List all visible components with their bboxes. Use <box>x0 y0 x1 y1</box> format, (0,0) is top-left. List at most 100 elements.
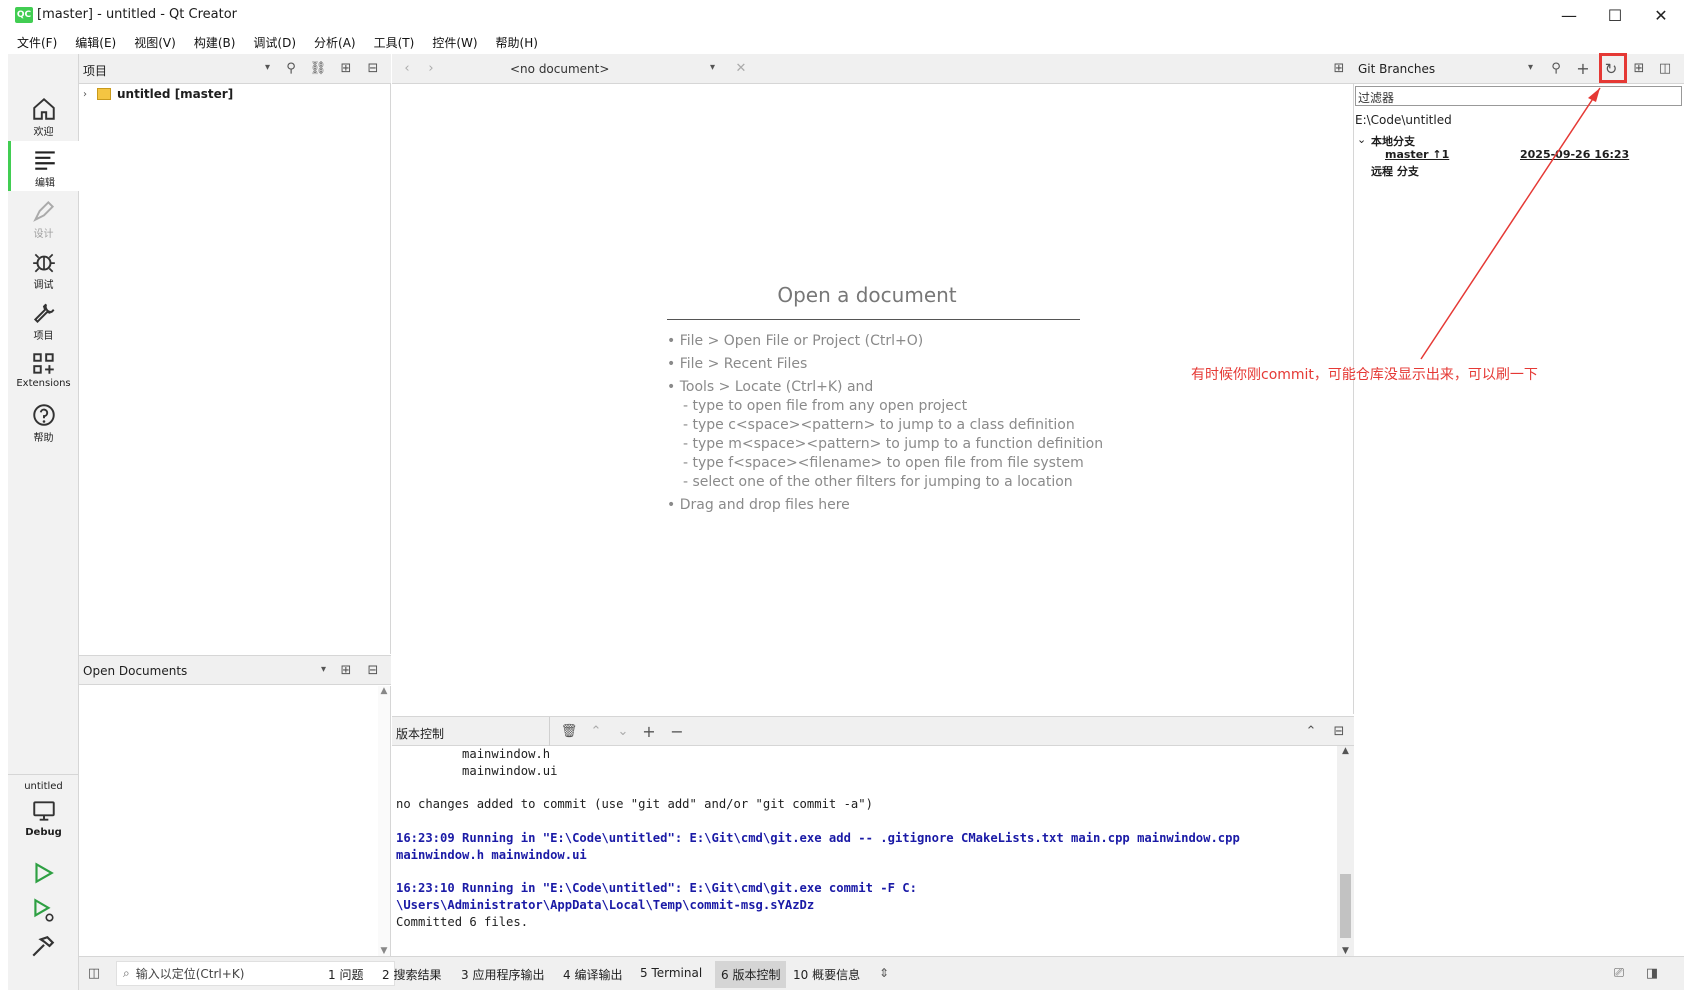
chevron-down-icon[interactable]: ▾ <box>321 664 326 675</box>
menu-debug[interactable]: 调试(D) <box>244 34 305 51</box>
hint-line: - type to open file from any open projec… <box>683 398 968 414</box>
hint-line: - type c<space><pattern> to jump to a cl… <box>683 417 1075 433</box>
mode-edit[interactable]: 编辑 <box>8 141 79 191</box>
chevron-right-icon[interactable]: › <box>83 89 97 100</box>
hint-line: - type m<space><pattern> to jump to a fu… <box>683 436 1104 452</box>
editor-area: Open a document • File > Open File or Pr… <box>392 84 1354 714</box>
forward-icon[interactable]: › <box>422 60 440 78</box>
chevron-down-icon[interactable]: ▾ <box>265 62 270 73</box>
menu-view[interactable]: 视图(V) <box>125 34 185 51</box>
toggle-sidebar-icon[interactable]: ◫ <box>85 965 103 983</box>
close-pane-icon[interactable]: ⊟ <box>364 662 382 680</box>
add-branch-icon[interactable]: + <box>1574 60 1592 78</box>
hint-list: • File > Open File or Project (Ctrl+O) •… <box>667 332 1103 515</box>
previous-icon[interactable]: ⌃ <box>587 723 605 741</box>
editor-toolbar: ‹ › <no document> ▾ ✕ ⊞ <box>392 54 1354 84</box>
more-tabs-icon[interactable]: ⇕ <box>879 966 889 980</box>
mode-design[interactable]: 设计 <box>8 192 79 242</box>
output-line: 16:23:09 Running in "E:\Code\untitled": … <box>396 830 1240 845</box>
split-icon[interactable]: ⊞ <box>1330 60 1348 78</box>
project-folder-icon <box>97 88 111 100</box>
menu-edit[interactable]: 编辑(E) <box>66 34 125 51</box>
progress-icon[interactable]: ⎚ <box>1610 965 1628 983</box>
tab-version-control[interactable]: 6 版本控制 <box>715 961 787 988</box>
close-document-icon[interactable]: ✕ <box>732 60 750 78</box>
run-button[interactable] <box>30 860 56 886</box>
maximize-button[interactable]: ☐ <box>1592 0 1638 31</box>
build-config: Debug <box>25 827 62 838</box>
open-documents-selector[interactable]: Open Documents <box>83 664 187 678</box>
tab-search-results[interactable]: 2 搜索结果 <box>382 966 441 983</box>
menu-help[interactable]: 帮助(H) <box>487 34 547 51</box>
mode-projects[interactable]: 项目 <box>8 294 79 344</box>
zoom-out-icon[interactable]: − <box>668 723 686 741</box>
hint-line: - select one of the other filters for ju… <box>683 474 1073 490</box>
filter-icon[interactable]: ⚲ <box>1547 60 1565 78</box>
version-control-toolbar: 版本控制 🗑 ⌃ ⌄ + − ⌃ ⊟ <box>392 716 1354 746</box>
git-branches-selector[interactable]: Git Branches <box>1358 62 1435 76</box>
close-pane-icon[interactable]: ◫ <box>1656 60 1674 78</box>
split-icon[interactable]: ⊞ <box>337 662 355 680</box>
hint-line: • Drag and drop files here <box>667 497 850 513</box>
edit-icon <box>35 151 55 170</box>
title-bar: QC [master] - untitled - Qt Creator — ☐ … <box>0 0 1691 31</box>
menu-file[interactable]: 文件(F) <box>8 34 66 51</box>
expand-icon[interactable]: ⌄ <box>1357 133 1366 146</box>
tree-item-label: untitled [master] <box>117 87 234 101</box>
menu-controls[interactable]: 控件(W) <box>423 34 486 51</box>
menu-tools[interactable]: 工具(T) <box>365 34 424 51</box>
output-scrollbar[interactable]: ▲ ▼ <box>1337 746 1354 956</box>
minimize-button[interactable]: — <box>1546 0 1592 31</box>
open-documents-list: ▲ ▼ <box>79 686 391 956</box>
tab-terminal[interactable]: 5 Terminal <box>640 966 702 980</box>
debug-run-button[interactable] <box>30 897 56 923</box>
output-line: no changes added to commit (use "git add… <box>396 797 873 812</box>
tab-application-output[interactable]: 3 应用程序输出 <box>461 966 544 983</box>
trash-icon[interactable]: 🗑 <box>560 723 578 741</box>
mode-help[interactable]: 帮助 <box>8 396 79 446</box>
pane-selector-label[interactable]: 项目 <box>83 62 107 79</box>
link-icon[interactable]: ⛓ <box>309 60 327 78</box>
annotation-text: 有时候你刚commit，可能仓库没显示出来，可以刷一下 <box>1191 367 1538 383</box>
close-pane-icon[interactable]: ⊟ <box>1330 723 1348 741</box>
close-button[interactable]: ✕ <box>1638 0 1684 31</box>
menu-build[interactable]: 构建(B) <box>185 34 245 51</box>
hammer-icon <box>32 936 55 957</box>
chevron-down-icon[interactable]: ▾ <box>1528 62 1533 73</box>
hint-line: • File > Open File or Project (Ctrl+O) <box>667 333 924 349</box>
split-icon[interactable]: ⊞ <box>337 60 355 78</box>
split-icon[interactable]: ⊞ <box>1630 60 1648 78</box>
document-selector[interactable]: <no document> <box>510 62 609 76</box>
maximize-pane-icon[interactable]: ⌃ <box>1302 723 1320 741</box>
tab-overview[interactable]: 10 概要信息 <box>793 966 860 983</box>
hint-line: - type f<space><filename> to open file f… <box>683 455 1084 471</box>
qt-creator-logo: QC <box>15 7 33 23</box>
toggle-right-sidebar-icon[interactable]: ◨ <box>1643 965 1661 983</box>
mode-debug[interactable]: 调试 <box>8 243 79 293</box>
tree-item-untitled[interactable]: › untitled [master] <box>83 87 233 101</box>
close-pane-icon[interactable]: ⊟ <box>364 60 382 78</box>
mode-selector: 欢迎 编辑 设计 调试 项目 Extensions 帮助 untitled De… <box>8 54 79 990</box>
mode-extensions[interactable]: Extensions <box>8 345 79 395</box>
kit-selector[interactable]: Debug <box>8 794 79 846</box>
menu-analyze[interactable]: 分析(A) <box>305 34 365 51</box>
mode-label: 编辑 <box>35 178 55 189</box>
output-line: mainwindow.h mainwindow.ui <box>396 847 587 862</box>
scroll-thumb[interactable] <box>1340 874 1351 938</box>
toolbar-divider <box>549 717 550 746</box>
back-icon[interactable]: ‹ <box>398 60 416 78</box>
chevron-down-icon[interactable]: ▾ <box>710 62 715 73</box>
mode-label: Extensions <box>16 378 71 389</box>
next-icon[interactable]: ⌄ <box>614 723 632 741</box>
scrollbar[interactable]: ▲ ▼ <box>378 686 390 956</box>
filter-icon[interactable]: ⚲ <box>282 60 300 78</box>
help-icon <box>32 404 55 426</box>
hint-line: • File > Recent Files <box>667 356 808 372</box>
tab-issues[interactable]: 1 问题 <box>328 966 363 983</box>
zoom-in-icon[interactable]: + <box>640 723 658 741</box>
tab-compile-output[interactable]: 4 编译输出 <box>563 966 622 983</box>
window-title: [master] - untitled - Qt Creator <box>37 7 238 22</box>
project-tree: › untitled [master] <box>79 84 391 654</box>
build-button[interactable] <box>30 934 56 960</box>
mode-welcome[interactable]: 欢迎 <box>8 90 79 140</box>
